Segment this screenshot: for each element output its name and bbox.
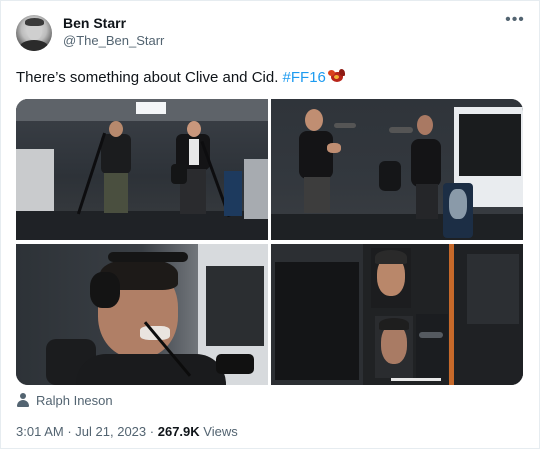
person-icon [16, 393, 30, 407]
views-count: 267.9K [157, 424, 200, 439]
tweet-text: There’s something about Clive and Cid. #… [16, 69, 346, 87]
avatar-shoulders [19, 40, 49, 51]
media-photo-3[interactable] [16, 244, 268, 385]
avatar[interactable] [16, 15, 52, 51]
more-icon[interactable]: ••• [505, 11, 525, 31]
meta-separator: · [67, 424, 72, 439]
tweet-meta: 3:01 AM · Jul 21, 2023 · 267.9K Views [16, 424, 238, 439]
hashtag-link[interactable]: #FF16 [283, 69, 326, 86]
media-photo-4[interactable] [271, 244, 523, 385]
author-handle[interactable]: @The_Ben_Starr [63, 33, 164, 48]
meta-separator: · [149, 424, 155, 439]
tagged-people[interactable]: Ralph Ineson [16, 391, 113, 409]
ff16-hashflag-icon [327, 69, 346, 84]
media-photo-2[interactable] [271, 99, 523, 240]
tweet-text-body: There’s something about Clive and Cid. [16, 69, 283, 86]
tweet-time[interactable]: 3:01 AM [16, 424, 64, 439]
media-photo-1[interactable] [16, 99, 268, 240]
tweet-date[interactable]: Jul 21, 2023 [75, 424, 146, 439]
views-label: Views [203, 424, 238, 439]
media-grid [16, 99, 523, 385]
tweet-card: Ben Starr @The_Ben_Starr ••• There’s som… [0, 0, 540, 449]
author-display-name[interactable]: Ben Starr [63, 15, 126, 31]
avatar-hair [25, 18, 44, 26]
tagged-person-name[interactable]: Ralph Ineson [36, 393, 113, 408]
